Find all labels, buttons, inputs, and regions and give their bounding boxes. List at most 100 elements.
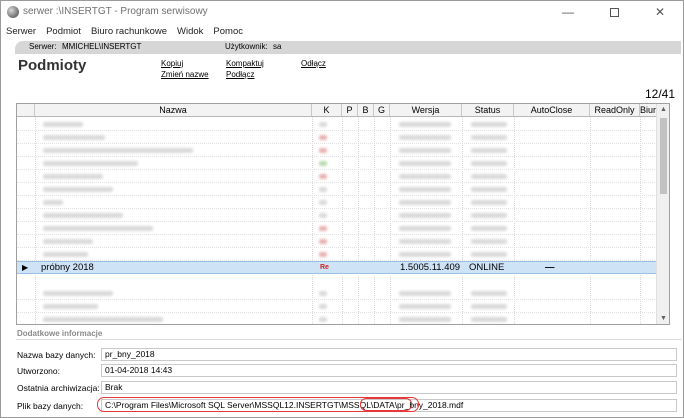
section-title: Dodatkowe informacje	[17, 329, 103, 338]
table-row[interactable]	[17, 183, 657, 196]
row-version: 1.5005.11.409	[400, 262, 461, 273]
redacted-cell	[399, 226, 451, 231]
table-row[interactable]	[17, 287, 657, 300]
row-autoclose[interactable]: —	[545, 262, 555, 274]
table-row[interactable]	[17, 209, 657, 222]
col-header-indicator	[17, 104, 35, 117]
redacted-cell	[399, 304, 451, 309]
db-name-label: Nazwa bazy danych:	[17, 350, 96, 360]
created-field[interactable]: 01-04-2018 14:43	[101, 364, 677, 377]
redacted-cell	[43, 187, 113, 192]
redacted-cell	[319, 291, 327, 296]
record-counter: 12/41	[644, 87, 675, 101]
col-header-p[interactable]: P	[342, 104, 358, 117]
redacted-cell	[319, 252, 327, 257]
redacted-cell	[399, 187, 451, 192]
menu-podmiot[interactable]: Podmiot	[46, 26, 81, 37]
col-header-g[interactable]: G	[374, 104, 390, 117]
redacted-cell	[399, 291, 451, 296]
col-header-wersja[interactable]: Wersja	[390, 104, 462, 117]
server-value: MMICHEL\INSERTGT	[62, 42, 142, 51]
db-name-field[interactable]: pr_bny_2018	[101, 348, 677, 361]
filename-highlight	[360, 398, 412, 411]
minimize-button[interactable]: —	[545, 1, 591, 23]
redacted-cell	[43, 252, 88, 257]
attach-link[interactable]: Podłącz	[226, 70, 254, 79]
table-row[interactable]	[17, 131, 657, 144]
col-header-status[interactable]: Status	[462, 104, 514, 117]
redacted-cell	[319, 122, 327, 127]
detach-link[interactable]: Odłącz	[301, 59, 326, 68]
redacted-cell	[471, 148, 507, 153]
redacted-cell	[399, 252, 451, 257]
redacted-cell	[319, 213, 327, 218]
scroll-down-icon[interactable]: ▼	[657, 315, 669, 322]
redacted-cell	[399, 148, 451, 153]
col-header-k[interactable]: K	[312, 104, 342, 117]
copy-link[interactable]: Kopiuj	[161, 59, 183, 68]
grid-scrollbar[interactable]: ▲ ▼	[656, 104, 669, 324]
redacted-cell	[43, 135, 105, 140]
user-value: sa	[273, 42, 282, 51]
table-row[interactable]	[17, 222, 657, 235]
redacted-cell	[319, 304, 327, 309]
menu-biuro-rachunkowe[interactable]: Biuro rachunkowe	[91, 26, 167, 37]
redacted-cell	[43, 213, 123, 218]
table-row[interactable]	[17, 118, 657, 131]
col-header-autoclose[interactable]: AutoClose	[514, 104, 590, 117]
server-label: Serwer:	[29, 42, 57, 51]
redacted-cell	[319, 148, 327, 153]
compact-link[interactable]: Kompaktuj	[226, 59, 264, 68]
table-row[interactable]	[17, 300, 657, 313]
redacted-cell	[43, 226, 153, 231]
redacted-cell	[471, 304, 507, 309]
table-row[interactable]	[17, 313, 657, 324]
col-header-b[interactable]: B	[358, 104, 374, 117]
scroll-up-icon[interactable]: ▲	[657, 106, 669, 113]
row-name: próbny 2018	[41, 262, 94, 273]
redacted-cell	[319, 161, 327, 166]
menu-bar: Serwer Podmiot Biuro rachunkowe Widok Po…	[1, 23, 683, 39]
redacted-cell	[319, 135, 327, 140]
created-label: Utworzono:	[17, 366, 60, 376]
menu-pomoc[interactable]: Pomoc	[213, 26, 243, 37]
col-header-biuro[interactable]: Biuro	[640, 104, 657, 117]
page-title: Podmioty	[18, 57, 87, 74]
section-divider	[16, 339, 682, 340]
redacted-cell	[471, 317, 507, 322]
companies-grid[interactable]: Nazwa K P B G Wersja Status AutoClose Re…	[16, 103, 670, 325]
maximize-icon	[609, 7, 619, 17]
window-title: serwer :\INSERTGT - Program serwisowy	[23, 6, 208, 17]
file-label: Plik bazy danych:	[17, 401, 84, 411]
row-k-flag: Re	[320, 264, 329, 271]
redacted-cell	[43, 304, 98, 309]
table-row[interactable]	[17, 248, 657, 261]
redacted-cell	[43, 148, 193, 153]
title-bar: serwer :\INSERTGT - Program serwisowy — …	[1, 1, 683, 23]
table-row[interactable]	[17, 157, 657, 170]
redacted-cell	[319, 187, 327, 192]
maximize-button[interactable]	[591, 1, 637, 23]
table-row[interactable]	[17, 170, 657, 183]
redacted-cell	[319, 174, 327, 179]
row-pointer-icon: ▶	[22, 263, 29, 272]
col-header-readonly[interactable]: ReadOnly	[590, 104, 640, 117]
menu-serwer[interactable]: Serwer	[6, 26, 36, 37]
table-row[interactable]	[17, 144, 657, 157]
redacted-cell	[399, 213, 451, 218]
table-row[interactable]	[17, 235, 657, 248]
redacted-cell	[471, 213, 507, 218]
close-button[interactable]: ✕	[637, 1, 683, 23]
archived-field[interactable]: Brak	[101, 381, 677, 394]
rename-link[interactable]: Zmień nazwe	[161, 70, 209, 79]
redacted-cell	[319, 239, 327, 244]
selected-row[interactable]: ▶ próbny 2018 Re 1.5005.11.409 ONLINE —	[17, 261, 657, 274]
redacted-cell	[43, 317, 163, 322]
redacted-cell	[43, 200, 63, 205]
scroll-thumb[interactable]	[660, 118, 667, 194]
menu-widok[interactable]: Widok	[177, 26, 203, 37]
col-header-nazwa[interactable]: Nazwa	[35, 104, 312, 117]
table-row[interactable]	[17, 196, 657, 209]
server-info-tab[interactable]: Serwer: MMICHEL\INSERTGT Użytkownik: sa	[15, 41, 681, 54]
app-icon	[7, 6, 19, 18]
